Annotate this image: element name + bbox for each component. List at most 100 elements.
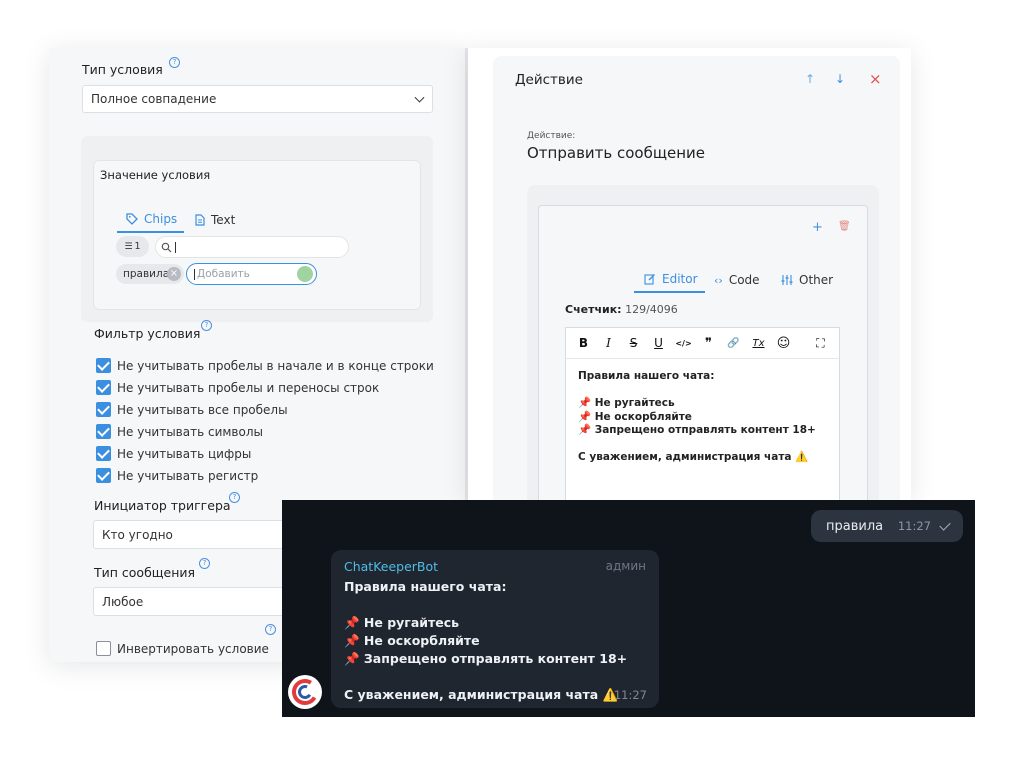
message-line: 📌 Не оскорбляйте	[344, 633, 480, 648]
condition-filter-help-icon[interactable]: ?	[201, 320, 212, 331]
message-editor[interactable]: Правила нашего чата: 📌 Не ругайтесь 📌 Не…	[565, 359, 840, 500]
editor-line: 📌 Запрещено отправлять контент 18+	[578, 424, 816, 436]
editor-toolbar: B I S U </> ❞ 🔗 Tx ☺ ⛶	[565, 327, 840, 359]
tab-editor-label: Editor	[662, 272, 698, 286]
char-counter-label: Счетчик:	[565, 303, 622, 316]
sliders-icon	[781, 275, 793, 285]
action-name: Отправить сообщение	[527, 144, 705, 162]
read-check-icon	[939, 519, 951, 531]
checkbox-unchecked[interactable]	[96, 641, 111, 656]
invert-condition-option[interactable]: Инвертировать условие	[96, 641, 269, 656]
chips-search-input[interactable]	[155, 236, 349, 258]
message-line: 📌 Не ругайтесь	[344, 615, 460, 630]
condition-chip[interactable]: правила ×	[116, 264, 184, 284]
condition-type-help-icon[interactable]: ?	[169, 57, 180, 68]
underline-icon[interactable]: U	[646, 328, 671, 358]
tab-text[interactable]: Text	[195, 213, 235, 227]
action-caption: Действие:	[527, 131, 576, 141]
add-chip-input[interactable]: Добавить	[186, 263, 317, 285]
tab-code-label: Code	[728, 273, 760, 287]
sender-name[interactable]: ChatKeeperBot	[344, 559, 438, 574]
text-cursor	[194, 268, 195, 280]
char-counter-value: 129/4096	[625, 303, 678, 316]
tab-other[interactable]: Other	[781, 273, 833, 287]
message-line	[344, 668, 627, 686]
incoming-message-time: 11:27	[613, 688, 647, 702]
checkbox-checked[interactable]	[96, 468, 111, 483]
condition-value-title: Значение условия	[100, 168, 211, 182]
filter-option-case[interactable]: Не учитывать регистр	[96, 468, 258, 483]
trigger-initiator-value: Кто угодно	[102, 527, 173, 542]
close-icon[interactable]: ×	[869, 70, 882, 88]
condition-value-box	[93, 160, 421, 310]
message-line: 📌 Запрещено отправлять контент 18+	[344, 651, 628, 666]
list-icon: ☰	[124, 241, 133, 252]
trigger-initiator-label: Инициатор триггера	[94, 498, 231, 513]
chevron-down-icon	[414, 92, 425, 103]
clear-format-icon[interactable]: Tx	[746, 328, 771, 358]
remove-chip-icon[interactable]: ×	[167, 267, 181, 281]
link-icon[interactable]: 🔗	[721, 328, 746, 358]
tag-icon	[126, 213, 138, 225]
editor-line: Правила нашего чата:	[578, 370, 715, 382]
filter-option-spaces-newlines[interactable]: Не учитывать пробелы и переносы строк	[96, 380, 379, 395]
tab-text-label: Text	[211, 213, 236, 227]
emoji-icon[interactable]: ☺	[771, 328, 796, 358]
filter-option-digits[interactable]: Не учитывать цифры	[96, 446, 251, 461]
strikethrough-icon[interactable]: S	[621, 328, 646, 358]
move-down-icon[interactable]: ↓	[835, 72, 845, 86]
trigger-initiator-help-icon[interactable]: ?	[229, 492, 240, 503]
checkbox-checked[interactable]	[96, 358, 111, 373]
code-icon[interactable]: </>	[671, 328, 696, 358]
editor-line: 📌 Не оскорбляйте	[578, 410, 692, 423]
condition-filter-title: Фильтр условия	[94, 326, 201, 341]
sender-role: админ	[605, 559, 646, 573]
add-chip-placeholder: Добавить	[197, 268, 250, 280]
invert-condition-help-icon[interactable]: ?	[265, 624, 276, 635]
document-icon	[195, 214, 205, 226]
tab-code[interactable]: ‹› Code	[714, 273, 760, 287]
incoming-message[interactable]: ChatKeeperBot админ Правила нашего чата:…	[331, 550, 659, 708]
message-type-help-icon[interactable]: ?	[199, 558, 210, 569]
filter-option-label: Не учитывать пробелы и переносы строк	[117, 380, 380, 395]
condition-type-select[interactable]: Полное совпадение	[82, 85, 433, 113]
chat-preview: правила 11:27 ChatKeeperBot админ Правил…	[282, 500, 975, 717]
filter-option-label: Не учитывать пробелы в начале и в конце …	[117, 358, 434, 373]
delete-message-icon[interactable]: 🗑	[838, 221, 851, 232]
confirm-add-chip-button[interactable]	[297, 266, 313, 282]
checkbox-checked[interactable]	[96, 424, 111, 439]
filter-option-trim-edges[interactable]: Не учитывать пробелы в начале и в конце …	[96, 358, 434, 373]
action-panel-title: Действие	[515, 72, 583, 88]
quote-icon[interactable]: ❞	[696, 328, 721, 358]
avatar[interactable]	[288, 675, 322, 709]
tab-chips[interactable]: Chips	[126, 212, 177, 226]
italic-icon[interactable]: I	[596, 328, 621, 358]
filter-option-all-spaces[interactable]: Не учитывать все пробелы	[96, 402, 288, 417]
filter-option-symbols[interactable]: Не учитывать символы	[96, 424, 263, 439]
editor-line: С уважением, администрация чата ⚠️	[578, 451, 809, 463]
invert-condition-label: Инвертировать условие	[117, 641, 269, 656]
tab-chips-underline	[117, 231, 184, 233]
add-message-icon[interactable]: +	[812, 220, 823, 235]
tab-editor[interactable]: Editor	[644, 272, 698, 286]
filter-option-label: Не учитывать цифры	[117, 446, 252, 461]
move-up-icon[interactable]: ↑	[805, 72, 815, 86]
message-type-value: Любое	[102, 594, 144, 609]
checkbox-checked[interactable]	[96, 380, 111, 395]
message-line: С уважением, администрация чата ⚠️	[344, 687, 619, 702]
filter-option-label: Не учитывать регистр	[117, 468, 259, 483]
checkbox-checked[interactable]	[96, 446, 111, 461]
outgoing-message-time: 11:27	[897, 519, 931, 533]
outgoing-message[interactable]: правила 11:27	[811, 510, 963, 542]
tab-other-label: Other	[799, 273, 834, 287]
outgoing-message-text: правила	[826, 518, 884, 534]
bold-icon[interactable]: B	[571, 328, 596, 358]
edit-icon	[644, 274, 655, 285]
editor-line: 📌 Не ругайтесь	[578, 397, 675, 409]
checkbox-checked[interactable]	[96, 402, 111, 417]
fullscreen-icon[interactable]: ⛶	[808, 328, 833, 358]
chips-count-badge: ☰ 1	[116, 236, 149, 257]
tab-chips-label: Chips	[144, 212, 178, 226]
